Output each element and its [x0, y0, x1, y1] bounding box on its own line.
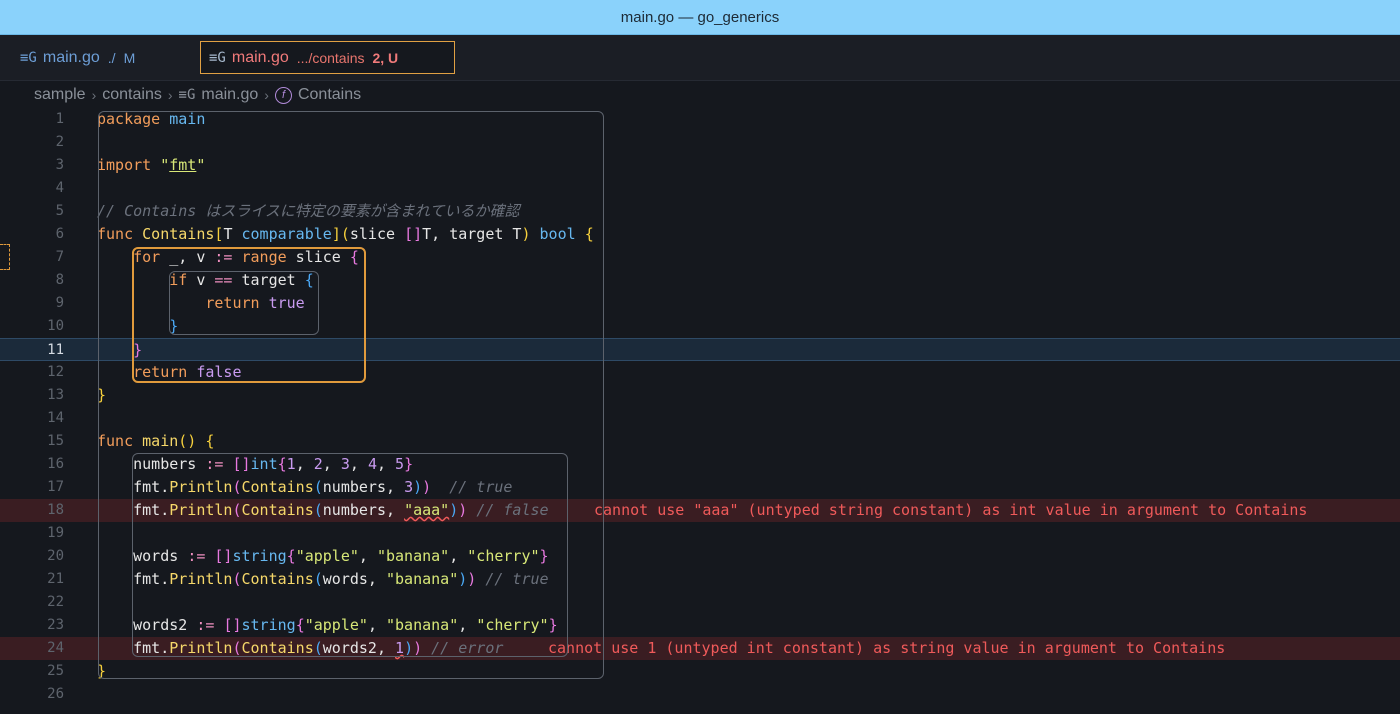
- code-line[interactable]: 25 }: [0, 660, 1400, 683]
- line-code: }: [97, 662, 107, 680]
- tab-path: ./: [107, 49, 116, 66]
- line-number: 5: [55, 203, 64, 219]
- line-number: 13: [47, 387, 64, 403]
- window-title: main.go — go_generics: [620, 8, 780, 26]
- error-diagnostic: cannot use 1 (untyped int constant) as s…: [548, 639, 1226, 657]
- line-code: return true: [205, 294, 305, 312]
- code-line-error[interactable]: 18 fmt.Println(Contains(numbers, "aaa"))…: [0, 499, 1400, 522]
- line-number: 4: [55, 180, 64, 196]
- line-number: 17: [47, 479, 64, 495]
- go-file-icon: ≡G: [20, 49, 37, 66]
- code-line[interactable]: 16 numbers := []int{1, 2, 3, 4, 5}: [0, 453, 1400, 476]
- code-line[interactable]: 21 fmt.Println(Contains(words, "banana")…: [0, 568, 1400, 591]
- code-line[interactable]: 3 import "fmt": [0, 154, 1400, 177]
- line-code: fmt.Println(Contains(numbers, 3)) // tru…: [97, 478, 513, 496]
- line-number: 14: [47, 410, 64, 426]
- line-code: fmt.Println(Contains(numbers, "aaa")) //…: [97, 501, 549, 519]
- line-number: 22: [47, 594, 64, 610]
- code-line[interactable]: 9 return true: [0, 292, 1400, 315]
- line-code: package main: [97, 110, 206, 128]
- line-code: }: [133, 341, 143, 359]
- line-number: 3: [55, 157, 64, 173]
- line-code: fmt.Println(Contains(words2, 1)) // erro…: [97, 639, 504, 657]
- line-number: 26: [47, 686, 64, 702]
- line-number: 20: [47, 548, 64, 564]
- line-code: for _, v := range slice {: [133, 248, 359, 266]
- line-code: }: [169, 317, 179, 335]
- go-file-icon: ≡G: [209, 49, 226, 66]
- chevron-right-icon: ›: [91, 87, 97, 103]
- code-line[interactable]: 22: [0, 591, 1400, 614]
- line-code: func main() {: [97, 432, 215, 450]
- code-line[interactable]: 6 func Contains[T comparable](slice []T,…: [0, 223, 1400, 246]
- line-code: return false: [133, 363, 242, 381]
- line-number: 18: [47, 502, 64, 518]
- code-line[interactable]: 2: [0, 131, 1400, 154]
- code-comment: // Contains はスライスに特定の要素が含まれているか確認: [97, 202, 520, 220]
- window-titlebar: main.go — go_generics: [0, 0, 1400, 35]
- tab-label: main.go: [231, 48, 289, 66]
- function-symbol-icon: f: [274, 86, 292, 104]
- line-number: 24: [47, 640, 64, 656]
- tab-main-go-root[interactable]: ≡G main.go ./ M: [12, 41, 194, 74]
- code-line[interactable]: 7 for _, v := range slice {: [0, 246, 1400, 269]
- line-code: func Contains[T comparable](slice []T, t…: [97, 225, 594, 243]
- code-line-current[interactable]: 11 }: [0, 338, 1400, 361]
- tab-status: M: [123, 49, 136, 66]
- line-code: fmt.Println(Contains(words, "banana")) /…: [97, 570, 549, 588]
- code-line[interactable]: 19: [0, 522, 1400, 545]
- line-number: 6: [55, 226, 64, 242]
- breadcrumb: sample › contains › ≡G main.go › f Conta…: [34, 84, 361, 106]
- line-number: 25: [47, 663, 64, 679]
- line-code: }: [97, 386, 107, 404]
- line-number: 9: [55, 295, 64, 311]
- code-line[interactable]: 13 }: [0, 384, 1400, 407]
- editor-tab-bar: ≡G main.go ./ M ≡G main.go .../contains …: [0, 35, 1400, 81]
- breadcrumb-item-main-go[interactable]: main.go: [201, 86, 258, 104]
- code-line[interactable]: 1 package main: [0, 108, 1400, 131]
- line-code: words2 := []string{"apple", "banana", "c…: [97, 616, 558, 634]
- code-line[interactable]: 20 words := []string{"apple", "banana", …: [0, 545, 1400, 568]
- chevron-right-icon: ›: [167, 87, 173, 103]
- code-line[interactable]: 14: [0, 407, 1400, 430]
- code-line[interactable]: 12 return false: [0, 361, 1400, 384]
- line-number: 11: [47, 342, 64, 358]
- code-line[interactable]: 23 words2 := []string{"apple", "banana",…: [0, 614, 1400, 637]
- line-number: 15: [47, 433, 64, 449]
- code-line[interactable]: 26: [0, 683, 1400, 706]
- code-line[interactable]: 8 if v == target {: [0, 269, 1400, 292]
- line-code: words := []string{"apple", "banana", "ch…: [97, 547, 549, 565]
- tab-label: main.go: [42, 48, 100, 66]
- breadcrumb-item-function[interactable]: Contains: [298, 86, 361, 104]
- chevron-right-icon: ›: [264, 87, 269, 103]
- code-line[interactable]: 15 func main() {: [0, 430, 1400, 453]
- line-number: 10: [47, 318, 64, 334]
- line-number: 8: [55, 272, 64, 288]
- line-number: 21: [47, 571, 64, 587]
- line-code: if v == target {: [169, 271, 314, 289]
- tab-path: .../contains: [296, 49, 365, 66]
- code-line[interactable]: 10 }: [0, 315, 1400, 338]
- code-line-error[interactable]: 24 fmt.Println(Contains(words2, 1)) // e…: [0, 637, 1400, 660]
- go-file-icon: ≡G: [178, 87, 196, 103]
- breadcrumb-item-sample[interactable]: sample: [34, 86, 86, 104]
- error-diagnostic: cannot use "aaa" (untyped string constan…: [594, 501, 1308, 519]
- tab-status: 2, U: [372, 49, 399, 66]
- line-code: numbers := []int{1, 2, 3, 4, 5}: [97, 455, 414, 473]
- line-number: 19: [47, 525, 64, 541]
- line-number: 2: [55, 134, 64, 150]
- tab-main-go-contains[interactable]: ≡G main.go .../contains 2, U: [200, 41, 455, 74]
- line-number: 1: [55, 111, 64, 127]
- breadcrumb-item-contains[interactable]: contains: [102, 86, 162, 104]
- line-number: 7: [55, 249, 64, 265]
- code-editor[interactable]: 1 package main 2 3 import "fmt" 4 5 // C…: [0, 108, 1400, 714]
- line-number: 16: [47, 456, 64, 472]
- line-number: 12: [47, 364, 64, 380]
- line-code: import "fmt": [97, 156, 206, 174]
- code-line[interactable]: 17 fmt.Println(Contains(numbers, 3)) // …: [0, 476, 1400, 499]
- code-line[interactable]: 4: [0, 177, 1400, 200]
- line-number: 23: [47, 617, 64, 633]
- code-line[interactable]: 5 // Contains はスライスに特定の要素が含まれているか確認: [0, 200, 1400, 223]
